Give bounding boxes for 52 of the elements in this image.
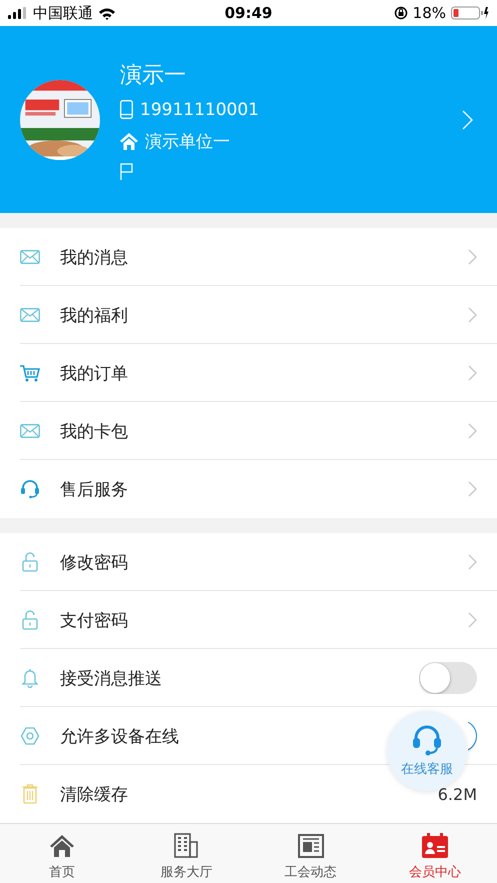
- user-name: 演示一: [120, 62, 186, 90]
- home-icon: [120, 132, 138, 150]
- building-icon: [173, 833, 200, 858]
- unlocked-padlock-icon: [20, 552, 40, 572]
- phone-number: 19911110001: [140, 100, 259, 120]
- headset-icon: [411, 724, 443, 756]
- toggle-switch[interactable]: [419, 662, 477, 694]
- row-label: 允许多设备在线: [60, 726, 179, 748]
- row-label: 售后服务: [60, 478, 128, 500]
- tab[interactable]: 首页: [0, 824, 124, 883]
- chevron-icon: [468, 423, 477, 439]
- chevron-icon: [462, 110, 473, 130]
- chevron-icon: [468, 365, 477, 381]
- tab[interactable]: 会员中心: [372, 824, 497, 883]
- chevron-icon: [468, 481, 477, 497]
- cart-icon: [20, 364, 40, 382]
- row-label: 我的订单: [60, 362, 128, 384]
- settings-icon: [20, 726, 40, 746]
- envelope-icon: [20, 424, 40, 438]
- row-label: 我的福利: [60, 304, 128, 326]
- row-label: 我的消息: [60, 246, 128, 268]
- row-label: 清除缓存: [60, 784, 128, 806]
- unlocked-padlock-icon: [20, 610, 40, 630]
- row-label: 支付密码: [60, 610, 128, 632]
- chevron-icon: [468, 307, 477, 323]
- bell-icon: [20, 668, 40, 688]
- envelope-icon: [20, 250, 40, 264]
- member-card-icon: [422, 833, 448, 858]
- unit-name: 演示单位一: [145, 130, 230, 152]
- trash-icon: [20, 784, 40, 804]
- phone-icon: [120, 100, 133, 119]
- chevron-icon: [468, 554, 477, 570]
- row-label: 修改密码: [60, 552, 128, 574]
- wifi-icon: [98, 6, 116, 20]
- tab[interactable]: 工会动态: [248, 824, 373, 883]
- headset-icon: [20, 479, 40, 499]
- toggle-switch[interactable]: [468, 720, 477, 752]
- chevron-icon: [468, 612, 477, 628]
- row-label: 接受消息推送: [60, 668, 162, 690]
- home-icon: [49, 834, 76, 858]
- rotation-lock-icon: [394, 6, 408, 20]
- signal-icon: [8, 7, 28, 19]
- tab[interactable]: 服务大厅: [124, 824, 248, 883]
- carrier-name: 中国联通: [33, 4, 93, 22]
- chevron-icon: [468, 249, 477, 265]
- status-time: 09:49: [224, 4, 272, 22]
- battery-percent: 18%: [412, 4, 446, 22]
- flag-icon: [120, 162, 133, 180]
- battery-icon: [451, 6, 489, 20]
- envelope-icon: [20, 308, 40, 322]
- newspaper-icon: [298, 834, 324, 858]
- row-label: 我的卡包: [60, 420, 128, 442]
